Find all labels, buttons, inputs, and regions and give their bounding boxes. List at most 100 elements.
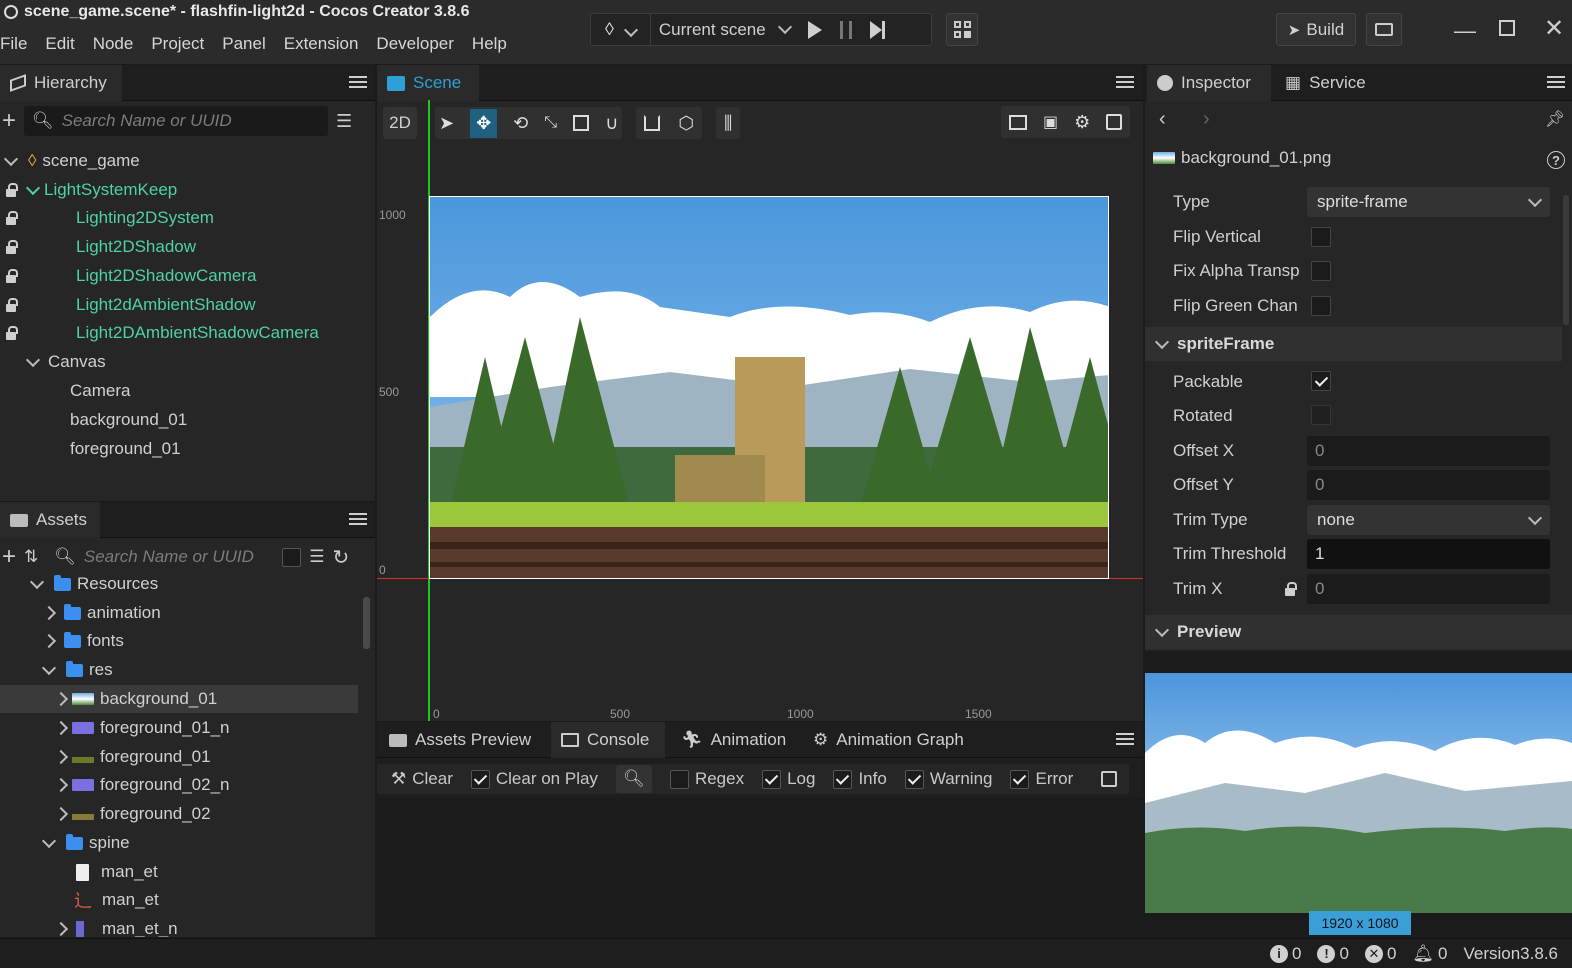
menu-developer[interactable]: Developer bbox=[376, 34, 454, 54]
hierarchy-search-input[interactable]: 🔍︎ Search Name or UUID bbox=[24, 106, 329, 136]
tab-scene[interactable]: Scene bbox=[377, 65, 479, 101]
tree-item-foreground_01[interactable]: foreground_01 bbox=[70, 435, 181, 463]
lock-icon[interactable] bbox=[6, 325, 18, 340]
global-cube-icon[interactable]: ⬡ bbox=[678, 113, 694, 134]
minimize-icon[interactable]: — bbox=[1454, 18, 1476, 44]
magnet-icon[interactable]: ∪ bbox=[605, 113, 618, 134]
error-count[interactable]: ✕ 0 bbox=[1364, 944, 1396, 964]
play-icon[interactable] bbox=[807, 20, 822, 39]
warning-count[interactable]: ! 0 bbox=[1317, 944, 1349, 964]
scale-icon[interactable]: ⤡ bbox=[544, 114, 557, 132]
camera-icon[interactable]: ▣ bbox=[1043, 112, 1058, 132]
tab-assets[interactable]: Assets bbox=[0, 502, 100, 538]
tree-item-light2dambientshadowcamera[interactable]: Light2DAmbientShadowCamera bbox=[6, 319, 319, 347]
step-icon[interactable] bbox=[869, 20, 885, 39]
chevron-down-icon[interactable] bbox=[623, 20, 638, 40]
add-icon[interactable]: + bbox=[2, 543, 16, 571]
rect-icon[interactable] bbox=[573, 115, 590, 131]
sort-icon[interactable]: ⇅ bbox=[24, 547, 38, 567]
menu-node[interactable]: Node bbox=[93, 34, 134, 54]
asset-man_et_n[interactable]: man_et_n bbox=[53, 915, 178, 937]
warning-checkbox[interactable]: Warning bbox=[904, 769, 992, 789]
assets-scrollbar[interactable] bbox=[363, 597, 370, 649]
lock-icon[interactable] bbox=[6, 210, 18, 225]
asset-background_01[interactable]: background_01 bbox=[53, 685, 217, 713]
tree-item-light2dshadow[interactable]: Light2DShadow bbox=[6, 233, 196, 261]
rotate-icon[interactable]: ⟲ bbox=[513, 113, 528, 134]
log-checkbox[interactable]: Log bbox=[762, 769, 815, 789]
info-checkbox[interactable]: Info bbox=[833, 769, 887, 789]
asset-folder-spine[interactable]: spine bbox=[41, 829, 130, 857]
menu-icon[interactable] bbox=[1116, 73, 1134, 89]
tree-item-light2dshadowcamera[interactable]: Light2DShadowCamera bbox=[6, 262, 257, 290]
tab-service[interactable]: ▦ Service bbox=[1275, 65, 1385, 101]
lock-icon[interactable] bbox=[6, 239, 18, 254]
asset-foreground_02_n[interactable]: foreground_02_n bbox=[53, 771, 230, 799]
filter-checkbox[interactable] bbox=[282, 547, 302, 567]
open-log-file-icon[interactable] bbox=[1101, 771, 1118, 787]
menu-help[interactable]: Help bbox=[472, 34, 507, 54]
resolution-icon[interactable] bbox=[1009, 114, 1027, 130]
asset-foreground_02[interactable]: foreground_02 bbox=[53, 800, 211, 828]
menu-edit[interactable]: Edit bbox=[45, 34, 74, 54]
collapse-icon[interactable]: ☰ bbox=[309, 547, 324, 567]
tab-assets-preview[interactable]: Assets Preview bbox=[379, 722, 549, 758]
sort-list-icon[interactable]: ☰ bbox=[336, 111, 352, 132]
trim-type-select[interactable]: none bbox=[1307, 505, 1550, 535]
tab-inspector[interactable]: Inspector bbox=[1147, 65, 1271, 101]
menu-project[interactable]: Project bbox=[151, 34, 204, 54]
scene-canvas[interactable] bbox=[429, 196, 1109, 579]
lock-icon[interactable] bbox=[6, 182, 18, 197]
tab-animation[interactable]: 🏃︎ Animation bbox=[671, 722, 795, 758]
select-arrow-icon[interactable]: ➤ bbox=[439, 113, 454, 134]
regex-checkbox[interactable]: Regex bbox=[669, 769, 744, 789]
menu-icon[interactable] bbox=[1116, 730, 1134, 746]
build-button[interactable]: ➤ Build bbox=[1276, 13, 1356, 46]
add-icon[interactable]: + bbox=[2, 107, 16, 135]
clear-button[interactable]: ⚒ Clear bbox=[391, 769, 453, 789]
engine-flame-icon[interactable]: ◊ bbox=[605, 19, 614, 40]
assets-search-input[interactable]: 🔍︎ Search Name or UUID bbox=[46, 542, 274, 572]
tree-item-light2dambientshadow[interactable]: Light2dAmbientShadow bbox=[6, 291, 256, 319]
menu-icon[interactable] bbox=[1547, 73, 1565, 89]
menu-icon[interactable] bbox=[349, 73, 367, 89]
tree-item-camera[interactable]: Camera bbox=[70, 377, 130, 405]
error-checkbox[interactable]: Error bbox=[1010, 769, 1073, 789]
asset-folder-fonts[interactable]: fonts bbox=[41, 627, 124, 655]
menu-extension[interactable]: Extension bbox=[284, 34, 359, 54]
menu-icon[interactable] bbox=[349, 510, 367, 526]
tree-item-lightsystemkeep[interactable]: LightSystemKeep bbox=[6, 176, 177, 204]
asset-foreground_01_n[interactable]: foreground_01_n bbox=[53, 714, 230, 742]
qr-preview-button[interactable] bbox=[946, 13, 978, 46]
refresh-icon[interactable]: ↻ bbox=[333, 545, 350, 570]
notification-count[interactable]: 🔔︎ 0 bbox=[1412, 944, 1447, 964]
asset-folder-animation[interactable]: animation bbox=[41, 599, 161, 627]
type-select[interactable]: sprite-frame bbox=[1307, 187, 1550, 217]
menu-panel[interactable]: Panel bbox=[222, 34, 265, 54]
trim-threshold-input[interactable]: 1 bbox=[1307, 539, 1550, 569]
asset-man_et-skeleton[interactable]: ⻌ man_et bbox=[74, 886, 159, 914]
mode-2d-button[interactable]: 2D bbox=[383, 107, 417, 139]
fix-alpha-checkbox[interactable] bbox=[1311, 261, 1331, 281]
move-icon[interactable]: ✥ bbox=[470, 108, 498, 138]
pin-icon[interactable]: 📌︎ bbox=[1545, 109, 1565, 129]
align-icon[interactable]: ⫼ bbox=[724, 113, 732, 134]
lock-icon[interactable] bbox=[6, 297, 18, 312]
maximize-icon[interactable] bbox=[1499, 20, 1515, 36]
clear-on-play-checkbox[interactable]: Clear on Play bbox=[470, 769, 598, 789]
menu-file[interactable]: File bbox=[0, 34, 27, 54]
gizmo-icon[interactable] bbox=[1106, 114, 1123, 130]
tab-console[interactable]: Console bbox=[551, 722, 665, 758]
close-icon[interactable]: ✕ bbox=[1544, 14, 1564, 43]
pause-icon[interactable] bbox=[839, 20, 852, 39]
asset-folder-res[interactable]: res bbox=[41, 656, 113, 684]
gear-icon[interactable]: ⚙ bbox=[1074, 112, 1090, 133]
console-search-button[interactable]: 🔍︎ bbox=[615, 765, 652, 793]
asset-man_et-json[interactable]: man_et bbox=[76, 858, 158, 886]
lock-icon[interactable] bbox=[6, 268, 18, 283]
open-folder-button[interactable] bbox=[1366, 13, 1402, 46]
info-count[interactable]: i0 bbox=[1270, 944, 1301, 964]
tree-item-background_01[interactable]: background_01 bbox=[70, 406, 187, 434]
asset-folder-resources[interactable]: Resources bbox=[29, 570, 158, 598]
preview-section-header[interactable]: Preview bbox=[1145, 615, 1572, 649]
